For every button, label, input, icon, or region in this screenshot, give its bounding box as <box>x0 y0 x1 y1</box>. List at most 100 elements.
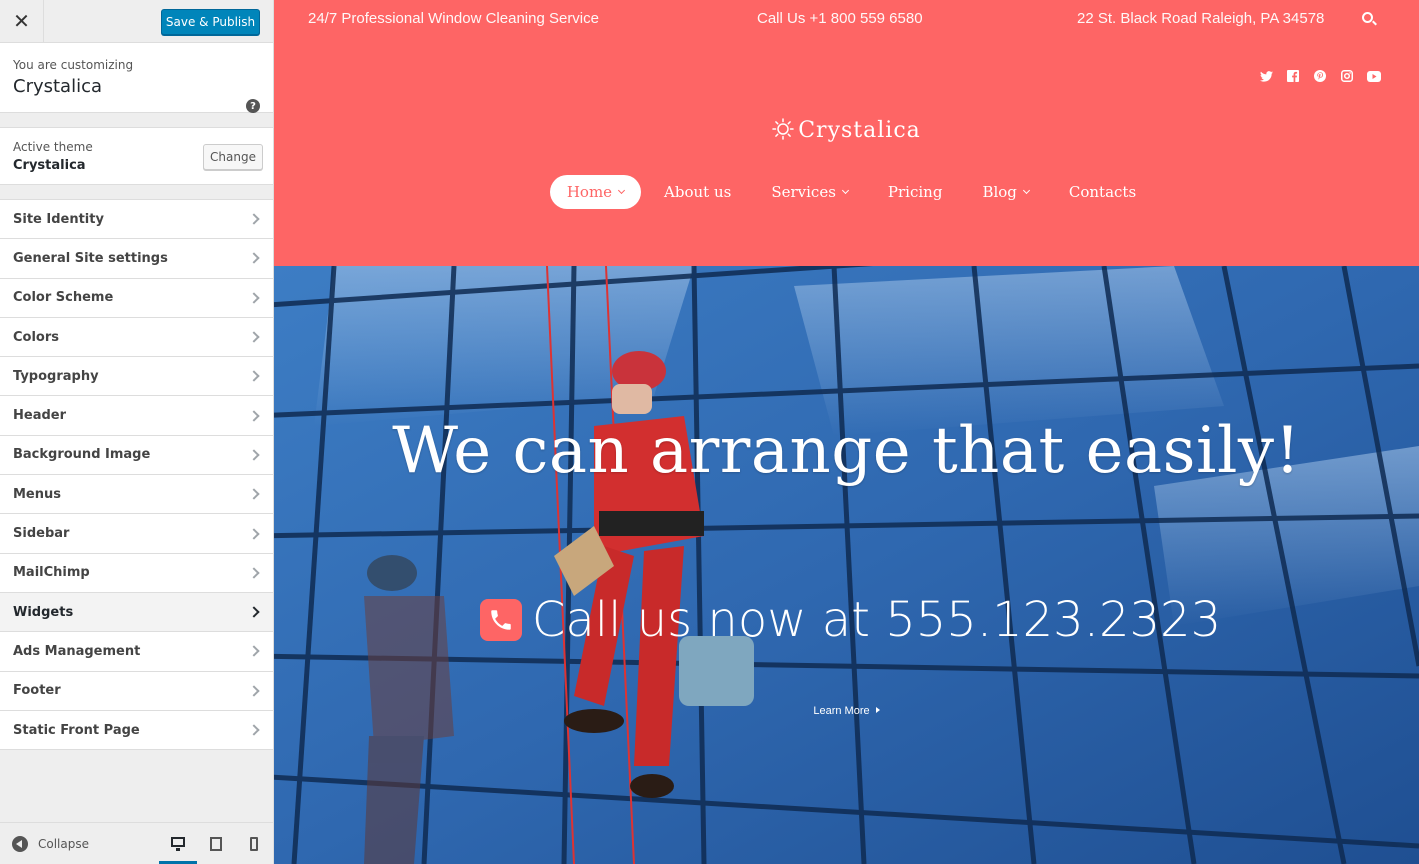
nav-home[interactable]: Home <box>549 175 642 209</box>
site-phone: Call Us +1 800 559 6580 <box>757 10 923 27</box>
preview-desktop-button[interactable] <box>159 823 197 864</box>
hero-title: We can arrange that easily! <box>392 414 1301 488</box>
section-label: Typography <box>13 368 99 384</box>
help-icon[interactable]: ? <box>246 99 260 113</box>
chevron-right-icon <box>248 724 260 736</box>
section-footer[interactable]: Footer <box>0 672 273 711</box>
section-label: Static Front Page <box>13 722 140 738</box>
chevron-right-icon <box>248 567 260 579</box>
logo-text: Crystalica <box>798 118 921 143</box>
chevron-right-icon <box>248 370 260 382</box>
chevron-right-icon <box>248 409 260 422</box>
hero-call: Call us now at 555.123.2323 <box>274 592 1419 648</box>
save-publish-button[interactable]: Save & Publish <box>161 9 260 35</box>
section-colors[interactable]: Colors <box>0 318 273 358</box>
nav-label: Home <box>566 183 613 201</box>
section-label: Colors <box>13 329 60 345</box>
preview-tablet-button[interactable] <box>197 823 235 864</box>
site-address: 22 St. Black Road Raleigh, PA 34578 <box>1077 10 1325 27</box>
site-tagline: 24/7 Professional Window Cleaning Servic… <box>308 10 599 27</box>
nav-about-us[interactable]: About us <box>647 175 748 209</box>
main-nav: Home About us Services Pricing Blog Cont… <box>274 175 1419 209</box>
customizer-sidebar: ✕ Save & Publish You are customizing Cry… <box>0 0 274 864</box>
nav-label: Blog <box>982 183 1017 201</box>
active-theme-panel: Active theme Crystalica Change <box>0 127 273 185</box>
arrow-right-icon <box>875 707 880 713</box>
section-label: Color Scheme <box>13 290 114 306</box>
section-site-identity[interactable]: Site Identity <box>0 200 273 240</box>
section-label: Site Identity <box>13 211 104 227</box>
social-icons <box>1259 69 1381 83</box>
learn-more-link[interactable]: Learn More <box>274 705 1419 717</box>
section-label: Background Image <box>13 447 151 463</box>
chevron-right-icon <box>248 449 260 461</box>
section-menus[interactable]: Menus <box>0 475 273 515</box>
search-icon[interactable] <box>1362 12 1373 23</box>
site-logo[interactable]: Crystalica <box>274 118 1419 143</box>
hero-background-image <box>274 266 1419 864</box>
chevron-right-icon <box>248 645 260 658</box>
section-label: Header <box>13 408 67 424</box>
section-color-scheme[interactable]: Color Scheme <box>0 279 273 318</box>
customizer-footer: Collapse <box>0 822 273 864</box>
hero-section: We can arrange that easily! Call us now … <box>274 266 1419 864</box>
section-widgets[interactable]: Widgets <box>0 592 273 633</box>
nav-blog[interactable]: Blog <box>965 175 1045 209</box>
chevron-right-icon <box>248 331 260 343</box>
section-static-front-page[interactable]: Static Front Page <box>0 711 273 751</box>
nav-label: Pricing <box>887 183 943 201</box>
site-title: Crystalica <box>13 76 103 97</box>
sun-icon <box>772 118 794 140</box>
section-label: Sidebar <box>13 526 70 542</box>
site-header: 24/7 Professional Window Cleaning Servic… <box>274 0 1419 266</box>
chevron-right-icon <box>248 527 260 540</box>
chevron-down-icon <box>1022 186 1030 195</box>
section-ads-management[interactable]: Ads Management <box>0 632 273 672</box>
customizing-label: You are customizing <box>13 58 134 72</box>
nav-label: Services <box>771 183 836 201</box>
section-label: Footer <box>13 683 61 699</box>
section-header[interactable]: Header <box>0 396 273 436</box>
close-customizer-button[interactable]: ✕ <box>0 0 44 43</box>
learn-more-label: Learn More <box>813 705 870 717</box>
customizer-info: You are customizing Crystalica ? <box>0 43 273 113</box>
customizer-sections: Site Identity General Site settings Colo… <box>0 199 273 751</box>
site-preview: 24/7 Professional Window Cleaning Servic… <box>274 0 1419 864</box>
customizer-header: ✕ Save & Publish <box>0 0 273 43</box>
section-mailchimp[interactable]: MailChimp <box>0 554 273 593</box>
nav-label: Contacts <box>1068 183 1137 201</box>
pinterest-icon[interactable] <box>1313 69 1327 83</box>
chevron-right-icon <box>248 488 260 500</box>
chevron-right-icon <box>248 606 260 618</box>
collapse-button[interactable]: Collapse <box>38 837 89 851</box>
chevron-down-icon <box>841 186 849 195</box>
change-theme-button[interactable]: Change <box>203 144 263 170</box>
chevron-right-icon <box>248 213 260 225</box>
section-sidebar[interactable]: Sidebar <box>0 514 273 554</box>
youtube-icon[interactable] <box>1367 69 1381 83</box>
section-label: Ads Management <box>13 643 141 659</box>
tablet-icon <box>210 836 222 851</box>
nav-pricing[interactable]: Pricing <box>871 175 960 209</box>
hero-call-text: Call us now at 555.123.2323 <box>531 592 1222 648</box>
section-label: General Site settings <box>13 250 168 266</box>
section-background-image[interactable]: Background Image <box>0 436 273 476</box>
chevron-down-icon <box>618 186 626 195</box>
section-typography[interactable]: Typography <box>0 357 273 397</box>
collapse-icon[interactable] <box>12 835 28 852</box>
preview-mobile-button[interactable] <box>235 823 273 864</box>
section-label: Widgets <box>13 604 74 620</box>
section-general-site-settings[interactable]: General Site settings <box>0 239 273 279</box>
chevron-right-icon <box>248 292 260 304</box>
nav-services[interactable]: Services <box>754 175 865 209</box>
chevron-right-icon <box>248 685 260 697</box>
section-label: MailChimp <box>13 565 90 581</box>
phone-icon <box>479 599 522 641</box>
nav-contacts[interactable]: Contacts <box>1052 175 1153 209</box>
instagram-icon[interactable] <box>1340 69 1354 83</box>
facebook-icon[interactable] <box>1286 69 1300 83</box>
desktop-icon <box>171 837 185 851</box>
mobile-icon <box>250 836 258 851</box>
twitter-icon[interactable] <box>1259 69 1273 83</box>
section-label: Menus <box>13 486 62 502</box>
